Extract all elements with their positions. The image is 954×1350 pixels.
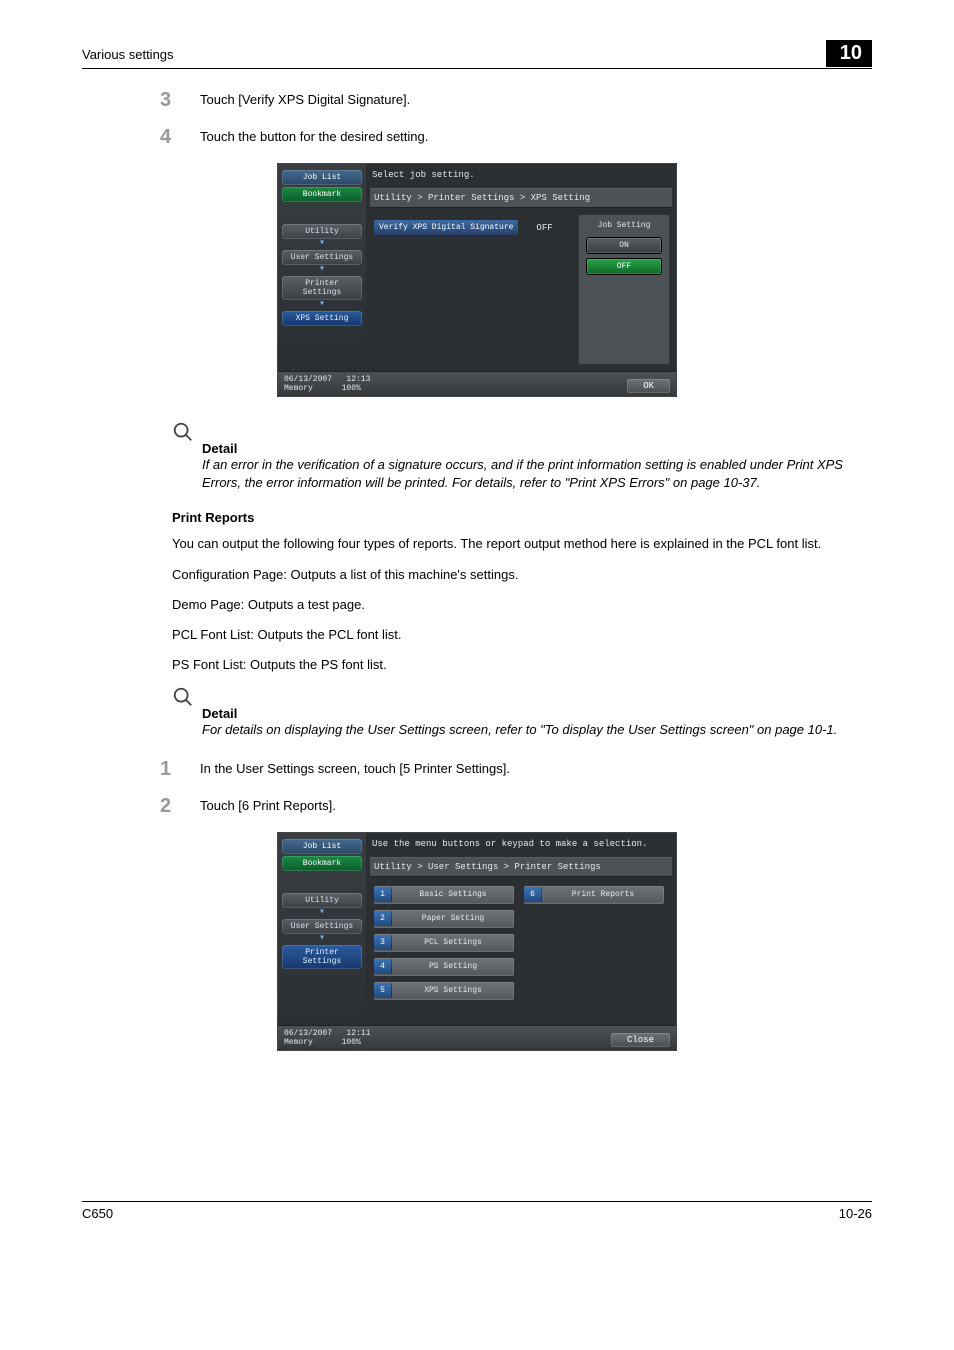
footer-page: 10-26 xyxy=(839,1206,872,1221)
menu-basic-settings[interactable]: 1Basic Settings xyxy=(374,886,514,904)
report-demo-page: Demo Page: Outputs a test page. xyxy=(172,596,872,614)
chevron-down-icon: ▾ xyxy=(282,240,362,248)
menu-ps-setting[interactable]: 4PS Setting xyxy=(374,958,514,976)
step-2: 2 Touch [6 Print Reports]. xyxy=(160,795,872,816)
sidebar-user-settings[interactable]: User Settings xyxy=(282,250,362,265)
detail-note-1: Detail If an error in the verification o… xyxy=(202,421,872,492)
menu-print-reports[interactable]: 6Print Reports xyxy=(524,886,664,904)
magnifier-icon xyxy=(172,421,872,443)
print-reports-intro: You can output the following four types … xyxy=(172,535,872,553)
section-print-reports: Print Reports xyxy=(172,510,872,525)
breadcrumb: Utility > Printer Settings > XPS Setting xyxy=(370,188,672,208)
footer-status: 06/13/2007 12:13 Memory 100% xyxy=(284,375,370,393)
sidebar-printer-settings[interactable]: Printer Settings xyxy=(282,276,362,300)
menu-paper-setting[interactable]: 2Paper Setting xyxy=(374,910,514,928)
step-1: 1 In the User Settings screen, touch [5 … xyxy=(160,758,872,779)
report-pcl-font: PCL Font List: Outputs the PCL font list… xyxy=(172,626,872,644)
report-ps-font: PS Font List: Outputs the PS font list. xyxy=(172,656,872,674)
step-text: Touch [6 Print Reports]. xyxy=(200,795,336,813)
detail-title: Detail xyxy=(202,441,872,456)
ok-button[interactable]: OK xyxy=(627,379,670,393)
chevron-down-icon: ▾ xyxy=(282,266,362,274)
chevron-down-icon: ▾ xyxy=(282,301,362,309)
detail-body: For details on displaying the User Setti… xyxy=(202,721,872,739)
step-text: In the User Settings screen, touch [5 Pr… xyxy=(200,758,510,776)
off-button[interactable]: OFF xyxy=(587,259,661,274)
header-section: Various settings xyxy=(82,47,174,62)
step-number: 3 xyxy=(160,89,200,110)
page-footer: C650 10-26 xyxy=(82,1201,872,1221)
menu-xps-settings[interactable]: 5XPS Settings xyxy=(374,982,514,1000)
chevron-down-icon: ▾ xyxy=(282,909,362,917)
header-chapter: 10 xyxy=(826,40,872,67)
step-text: Touch the button for the desired setting… xyxy=(200,126,428,144)
screenshot-xps-setting: Job List Bookmark Utility ▾ User Setting… xyxy=(82,163,872,397)
step-number: 1 xyxy=(160,758,200,779)
screen-instruction: Select job setting. xyxy=(370,168,672,188)
sidebar-user-settings[interactable]: User Settings xyxy=(282,919,362,934)
job-setting-title: Job Setting xyxy=(583,221,665,230)
footer-status: 06/13/2007 12:11 Memory 100% xyxy=(284,1029,370,1047)
close-button[interactable]: Close xyxy=(611,1033,670,1047)
chevron-down-icon: ▾ xyxy=(282,935,362,943)
sidebar-printer-settings[interactable]: Printer Settings xyxy=(282,945,362,969)
step-4: 4 Touch the button for the desired setti… xyxy=(160,126,872,147)
breadcrumb: Utility > User Settings > Printer Settin… xyxy=(370,857,672,877)
step-3: 3 Touch [Verify XPS Digital Signature]. xyxy=(160,89,872,110)
page-header: Various settings 10 xyxy=(82,40,872,69)
on-button[interactable]: ON xyxy=(587,238,661,253)
verify-xps-signature-value: OFF xyxy=(536,223,552,233)
report-config-page: Configuration Page: Outputs a list of th… xyxy=(172,566,872,584)
screen-instruction: Use the menu buttons or keypad to make a… xyxy=(370,837,672,857)
sidebar-xps-setting[interactable]: XPS Setting xyxy=(282,311,362,326)
sidebar-utility[interactable]: Utility xyxy=(282,893,362,908)
magnifier-icon xyxy=(172,686,872,708)
verify-xps-signature-button[interactable]: Verify XPS Digital Signature xyxy=(374,220,518,235)
footer-model: C650 xyxy=(82,1206,113,1221)
sidebar-utility[interactable]: Utility xyxy=(282,224,362,239)
step-number: 2 xyxy=(160,795,200,816)
tab-bookmark[interactable]: Bookmark xyxy=(282,856,362,871)
menu-pcl-settings[interactable]: 3PCL Settings xyxy=(374,934,514,952)
screenshot-printer-settings: Job List Bookmark Utility ▾ User Setting… xyxy=(82,832,872,1051)
detail-note-2: Detail For details on displaying the Use… xyxy=(202,686,872,739)
tab-job-list[interactable]: Job List xyxy=(282,170,362,185)
step-number: 4 xyxy=(160,126,200,147)
detail-body: If an error in the verification of a sig… xyxy=(202,456,872,492)
detail-title: Detail xyxy=(202,706,872,721)
tab-bookmark[interactable]: Bookmark xyxy=(282,187,362,202)
tab-job-list[interactable]: Job List xyxy=(282,839,362,854)
step-text: Touch [Verify XPS Digital Signature]. xyxy=(200,89,410,107)
